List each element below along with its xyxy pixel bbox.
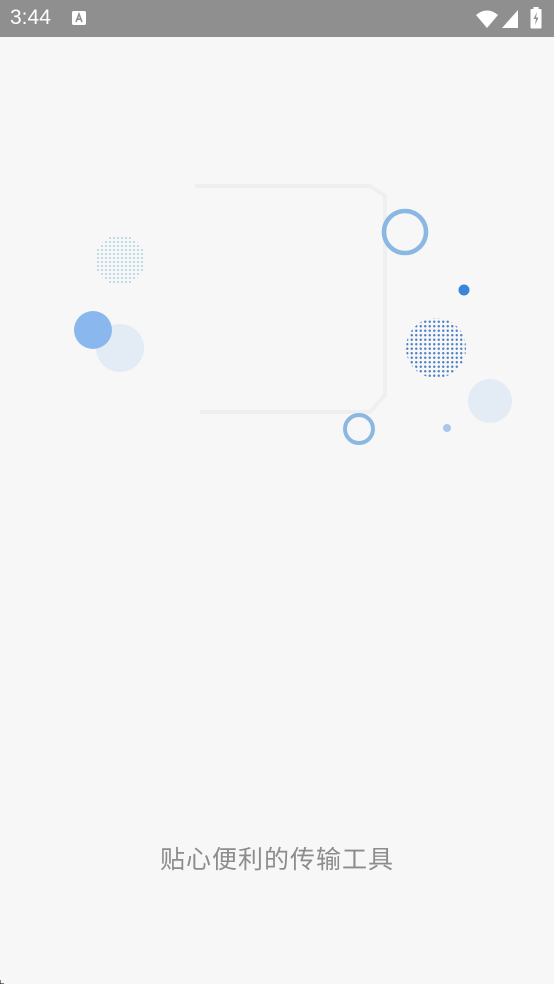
solid-blue-bubble (74, 311, 112, 349)
pale-bubble-right (468, 379, 512, 423)
status-time: 3:44 (10, 6, 51, 29)
status-bar: 3:44 (0, 0, 554, 37)
battery-charging-icon (530, 7, 542, 33)
ring-bubble-large (381, 208, 429, 256)
small-blue-dot (458, 284, 470, 296)
tiny-blue-dot (443, 424, 451, 432)
splash-tagline: 贴心便利的传输工具 (159, 845, 394, 874)
decorative-bubbles-illustration (74, 184, 512, 445)
text-a-icon (72, 11, 86, 25)
dotted-bubble-dark (406, 318, 466, 378)
faint-frame (195, 184, 387, 414)
ring-bubble-small (343, 413, 375, 445)
corner-mark (0, 980, 4, 984)
wifi-icon (475, 9, 499, 33)
dotted-bubble-light (95, 235, 145, 285)
cell-signal-icon (501, 9, 519, 33)
